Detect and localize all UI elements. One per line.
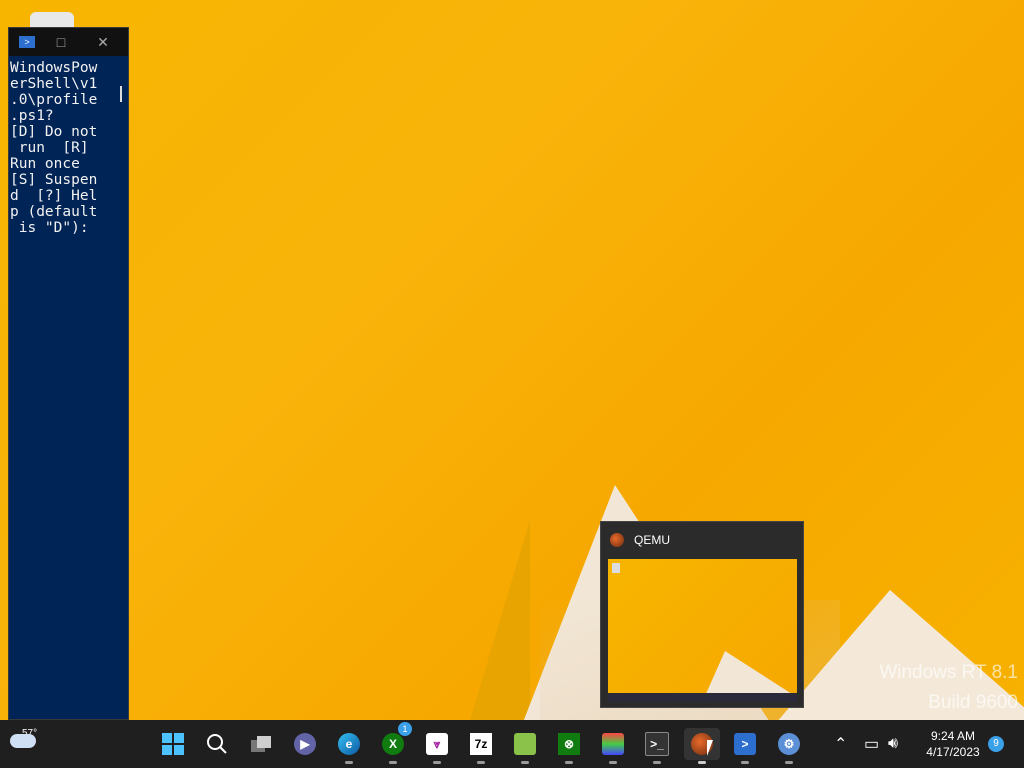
volume-button[interactable]: 🔊︎ xyxy=(888,720,898,768)
volume-icon: 🔊︎ xyxy=(888,735,899,752)
close-button[interactable]: ✕ xyxy=(89,34,117,51)
taskbar: 57° ▶ e X 1 ⩔ 7z ⊗ xyxy=(0,720,1024,768)
thumbnail-image[interactable] xyxy=(608,559,797,702)
desktop-wallpaper xyxy=(0,0,1024,720)
watermark-build: Build 9600 xyxy=(928,692,1018,713)
powershell-button[interactable]: > xyxy=(730,728,760,764)
clock[interactable]: 9:24 AM 4/17/2023 xyxy=(918,728,988,760)
qemu-icon xyxy=(610,533,624,547)
edge-icon: e xyxy=(338,733,360,755)
network-icon: ▭ xyxy=(864,736,880,753)
running-indicator xyxy=(653,761,661,764)
running-indicator xyxy=(389,761,397,764)
sevenzip-icon: 7z xyxy=(470,733,492,755)
search-button[interactable] xyxy=(202,728,232,760)
stack-icon xyxy=(602,733,624,755)
chevron-up-icon: ⌃ xyxy=(834,736,848,753)
app-button-purple[interactable]: ⩔ xyxy=(422,728,452,764)
thumbnail-wallpaper-shape xyxy=(705,651,795,696)
scrollbar-thumb[interactable] xyxy=(120,86,122,102)
watermark-edition: Windows RT 8.1 xyxy=(879,662,1018,683)
notification-badge[interactable]: 9 xyxy=(988,736,1004,752)
powershell-taskbar-icon: > xyxy=(734,733,756,755)
xbox-icon: X xyxy=(382,733,404,755)
search-icon xyxy=(207,734,227,754)
running-indicator xyxy=(345,761,353,764)
xbox-badge: 1 xyxy=(398,722,412,736)
xbox-button[interactable]: X 1 xyxy=(378,722,412,764)
clock-date: 4/17/2023 xyxy=(926,745,980,759)
windows-icon xyxy=(162,733,184,755)
edge-button[interactable]: e xyxy=(334,728,364,764)
running-indicator xyxy=(785,761,793,764)
clock-time: 9:24 AM xyxy=(930,729,976,743)
qemu-thumbnail-preview[interactable]: QEMU xyxy=(600,521,804,708)
task-view-icon xyxy=(251,736,271,752)
powershell-icon: > xyxy=(19,36,35,48)
qemu-button[interactable] xyxy=(684,728,720,764)
notes-icon xyxy=(514,733,536,755)
thumbnail-taskbar xyxy=(608,693,797,702)
terminal-button[interactable]: >_ xyxy=(642,728,672,764)
desktop-icon[interactable] xyxy=(30,12,74,27)
powershell-window[interactable]: > □ ✕ WindowsPow erShell\v1 .0\profile .… xyxy=(8,27,129,720)
running-indicator xyxy=(521,761,529,764)
powershell-titlebar[interactable]: > □ ✕ xyxy=(9,28,128,56)
running-indicator xyxy=(433,761,441,764)
stack-app-button[interactable] xyxy=(598,728,628,764)
xbox-app-button[interactable]: ⊗ xyxy=(554,728,584,764)
cloud-icon xyxy=(10,734,36,748)
app-purple-icon: ⩔ xyxy=(426,733,448,755)
running-indicator xyxy=(609,761,617,764)
settings-button[interactable]: ⚙ xyxy=(774,728,804,764)
chat-icon: ▶ xyxy=(294,733,316,755)
thumbnail-desktop-icon xyxy=(612,563,620,573)
start-button[interactable] xyxy=(158,728,188,760)
thumbnail-title: QEMU xyxy=(634,533,670,547)
teams-chat-button[interactable]: ▶ xyxy=(290,728,320,760)
gear-icon: ⚙ xyxy=(778,733,800,755)
powershell-output[interactable]: WindowsPow erShell\v1 .0\profile .ps1? [… xyxy=(9,56,128,236)
running-indicator xyxy=(741,761,749,764)
task-view-button[interactable] xyxy=(246,728,276,760)
xbox-app-icon: ⊗ xyxy=(558,733,580,755)
network-button[interactable]: ▭ xyxy=(864,720,879,768)
minimize-button[interactable]: □ xyxy=(47,34,75,50)
terminal-icon: >_ xyxy=(645,732,669,756)
sevenzip-button[interactable]: 7z xyxy=(466,728,496,764)
tray-overflow-button[interactable]: ⌃ xyxy=(834,720,847,768)
thumbnail-header: QEMU xyxy=(601,522,803,558)
running-indicator xyxy=(565,761,573,764)
mouse-cursor xyxy=(707,740,713,756)
running-indicator xyxy=(698,761,706,764)
notes-button[interactable] xyxy=(510,728,540,764)
running-indicator xyxy=(477,761,485,764)
